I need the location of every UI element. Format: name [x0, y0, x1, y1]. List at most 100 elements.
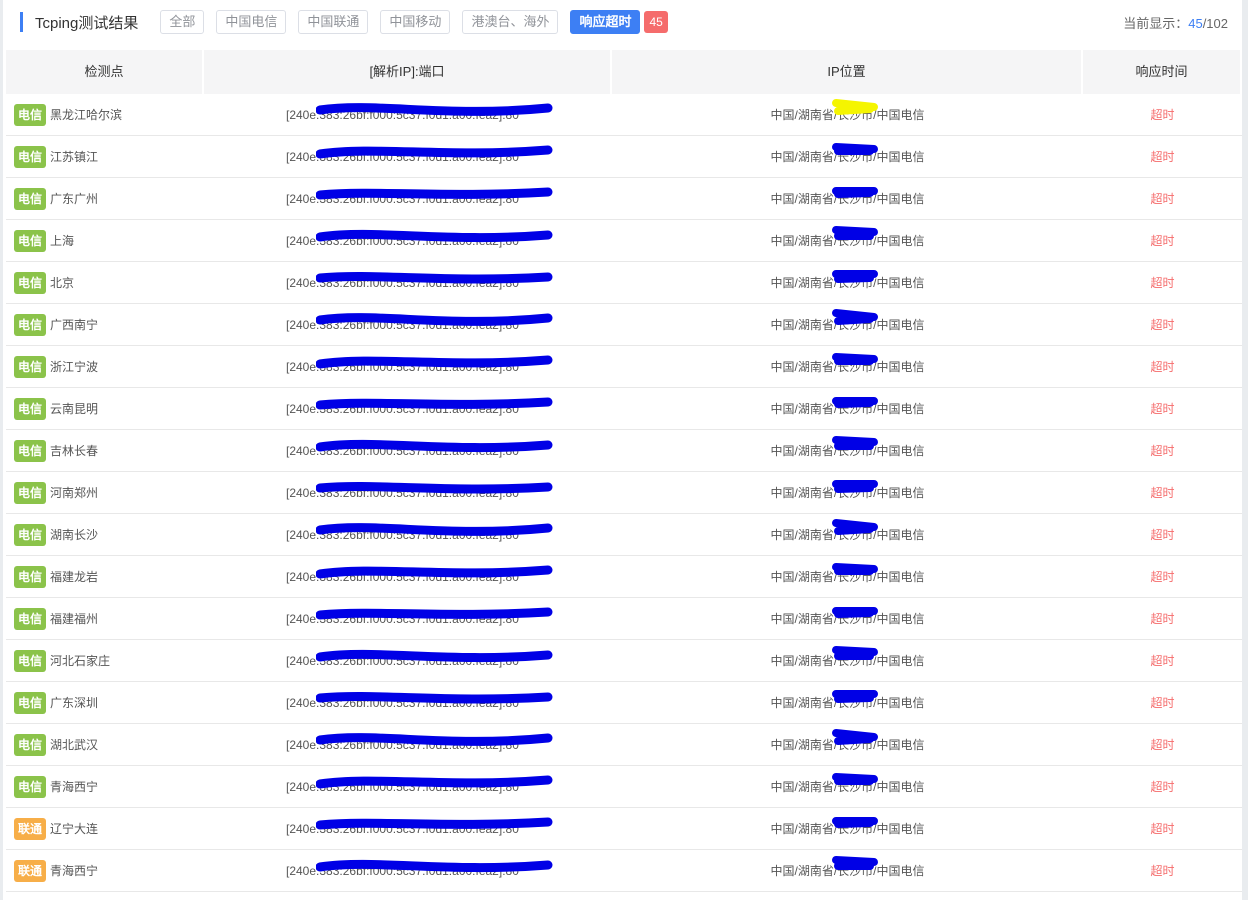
column-header-ip-location[interactable]: IP位置 [612, 50, 1083, 94]
node-cell: 电信 浙江宁波 [6, 355, 204, 378]
node-cell: 电信 湖北武汉 [6, 733, 204, 756]
node-cell: 电信 广西南宁 [6, 313, 204, 336]
table-row: 电信 湖北武汉 [240e:383:26bf:f000:5c37:f0d1:a00:… [6, 724, 1242, 766]
column-header-node[interactable]: 检测点 [6, 50, 204, 94]
response-time-cell: 超时 [1150, 360, 1175, 374]
ip-location-cell: 中国/湖南省/长沙市/中国电信 [612, 480, 1083, 501]
ip-location-text: 中国/湖南省/长沙市/中国电信 [770, 486, 925, 500]
ip-location-cell: 中国/湖南省/长沙市/中国电信 [612, 270, 1083, 291]
ip-port-text: [240e:383:26bf:f000:5c37:f0d1:a00:fea2]:… [286, 527, 519, 542]
ip-location-cell: 中国/湖南省/长沙市/中国电信 [612, 99, 1083, 123]
node-location: 福建福州 [50, 612, 99, 626]
filter-telecom-button[interactable]: 中国电信 [216, 10, 287, 34]
ip-port-text: [240e:383:26bf:f000:5c37:f0d1:a00:fea2]:… [286, 233, 519, 248]
node-cell: 电信 河北石家庄 [6, 649, 204, 672]
ip-port-cell: [240e:383:26bf:f000:5c37:f0d1:a00:fea2]:… [204, 691, 612, 710]
node-location: 湖南长沙 [50, 528, 99, 542]
ip-location-cell: 中国/湖南省/长沙市/中国电信 [612, 607, 1083, 627]
table-row: 电信 福建福州 [240e:383:26bf:f000:5c37:f0d1:a00:… [6, 598, 1242, 640]
response-time-cell: 超时 [1150, 654, 1175, 668]
ip-location-text: 中国/湖南省/长沙市/中国电信 [770, 108, 925, 122]
node-location: 辽宁大连 [50, 822, 99, 836]
ip-port-text: [240e:383:26bf:f000:5c37:f0d1:a00:fea2]:… [286, 191, 519, 206]
isp-tag: 电信 [14, 313, 47, 336]
ip-port-text: [240e:383:26bf:f000:5c37:f0d1:a00:fea2]:… [286, 317, 519, 332]
ip-location-cell: 中国/湖南省/长沙市/中国电信 [612, 729, 1083, 753]
node-location: 河北石家庄 [50, 654, 111, 668]
column-header-response-time[interactable]: 响应时间 [1083, 50, 1242, 94]
ip-location-cell: 中国/湖南省/长沙市/中国电信 [612, 226, 1083, 249]
ip-port-cell: [240e:383:26bf:f000:5c37:f0d1:a00:fea2]:… [204, 102, 612, 122]
ip-port-text: [240e:383:26bf:f000:5c37:f0d1:a00:fea2]:… [286, 275, 519, 290]
table-row: 电信 云南昆明 [240e:383:26bf:f000:5c37:f0d1:a00:… [6, 388, 1242, 430]
ip-location-cell: 中国/湖南省/长沙市/中国电信 [612, 856, 1083, 879]
ip-port-cell: [240e:383:26bf:f000:5c37:f0d1:a00:fea2]:… [204, 481, 612, 500]
ip-port-cell: [240e:383:26bf:f000:5c37:f0d1:a00:fea2]:… [204, 649, 612, 668]
ip-port-text: [240e:383:26bf:f000:5c37:f0d1:a00:fea2]:… [286, 779, 519, 794]
ip-port-text: [240e:383:26bf:f000:5c37:f0d1:a00:fea2]:… [286, 737, 519, 752]
isp-tag: 电信 [14, 271, 47, 294]
node-cell: 电信 广东深圳 [6, 691, 204, 714]
results-header: Tcping测试结果 全部 中国电信 中国联通 中国移动 港澳台、海外 响应超时… [6, 0, 1242, 44]
left-frame-border [0, 0, 3, 900]
ip-port-cell: [240e:383:26bf:f000:5c37:f0d1:a00:fea2]:… [204, 355, 612, 374]
node-cell: 电信 河南郑州 [6, 481, 204, 504]
ip-location-cell: 中国/湖南省/长沙市/中国电信 [612, 436, 1083, 459]
isp-tag: 电信 [14, 103, 47, 126]
ip-port-cell: [240e:383:26bf:f000:5c37:f0d1:a00:fea2]:… [204, 607, 612, 626]
node-cell: 电信 青海西宁 [6, 775, 204, 798]
node-cell: 电信 广东广州 [6, 187, 204, 210]
ip-port-cell: [240e:383:26bf:f000:5c37:f0d1:a00:fea2]:… [204, 229, 612, 248]
isp-tag: 电信 [14, 355, 47, 378]
filter-all-button[interactable]: 全部 [160, 10, 205, 34]
response-time-cell: 超时 [1150, 612, 1175, 626]
filter-timeout-button[interactable]: 响应超时 [570, 10, 641, 34]
response-time-cell: 超时 [1150, 738, 1175, 752]
ip-port-cell: [240e:383:26bf:f000:5c37:f0d1:a00:fea2]:… [204, 312, 612, 332]
table-row: 联通 辽宁大连 [240e:383:26bf:f000:5c37:f0d1:a00:… [6, 808, 1242, 850]
ip-location-text: 中国/湖南省/长沙市/中国电信 [770, 192, 925, 206]
table-row: 电信 河南郑州 [240e:383:26bf:f000:5c37:f0d1:a00:… [6, 472, 1242, 514]
filter-mobile-button[interactable]: 中国移动 [380, 10, 451, 34]
table-row: 电信 广东广州 [240e:383:26bf:f000:5c37:f0d1:a00:… [6, 178, 1242, 220]
display-count-total: /102 [1202, 15, 1228, 31]
isp-tag: 联通 [14, 817, 47, 840]
ip-location-cell: 中国/湖南省/长沙市/中国电信 [612, 309, 1083, 333]
title-accent-bar [20, 12, 23, 32]
node-location: 广东广州 [50, 192, 99, 206]
ip-location-text: 中国/湖南省/长沙市/中国电信 [770, 150, 925, 164]
node-location: 青海西宁 [50, 864, 99, 878]
node-location: 北京 [50, 276, 75, 290]
right-frame-border [1242, 0, 1248, 900]
ip-location-text: 中国/湖南省/长沙市/中国电信 [770, 864, 925, 878]
ip-location-cell: 中国/湖南省/长沙市/中国电信 [612, 563, 1083, 585]
ip-location-cell: 中国/湖南省/长沙市/中国电信 [612, 690, 1083, 711]
ip-port-text: [240e:383:26bf:f000:5c37:f0d1:a00:fea2]:… [286, 611, 519, 626]
node-cell: 电信 吉林长春 [6, 439, 204, 462]
ip-port-cell: [240e:383:26bf:f000:5c37:f0d1:a00:fea2]:… [204, 145, 612, 164]
node-cell: 电信 福建龙岩 [6, 565, 204, 588]
display-count: 当前显示：45/102 [1123, 13, 1228, 32]
ip-location-cell: 中国/湖南省/长沙市/中国电信 [612, 397, 1083, 417]
column-header-ip-port[interactable]: [解析IP]:端口 [204, 50, 612, 94]
ip-port-cell: [240e:383:26bf:f000:5c37:f0d1:a00:fea2]:… [204, 565, 612, 584]
filter-overseas-button[interactable]: 港澳台、海外 [462, 10, 559, 34]
ip-location-text: 中国/湖南省/长沙市/中国电信 [770, 822, 925, 836]
table-header: 检测点 [解析IP]:端口 IP位置 响应时间 [6, 50, 1242, 94]
ip-port-text: [240e:383:26bf:f000:5c37:f0d1:a00:fea2]:… [286, 821, 519, 836]
ip-port-cell: [240e:383:26bf:f000:5c37:f0d1:a00:fea2]:… [204, 271, 612, 290]
ip-location-text: 中国/湖南省/长沙市/中国电信 [770, 738, 925, 752]
ip-location-text: 中国/湖南省/长沙市/中国电信 [770, 444, 925, 458]
table-row: 电信 青海西宁 [240e:383:26bf:f000:5c37:f0d1:a00:… [6, 766, 1242, 808]
isp-tag: 电信 [14, 481, 47, 504]
node-location: 黑龙江哈尔滨 [50, 108, 123, 122]
table-row: 电信 广东深圳 [240e:383:26bf:f000:5c37:f0d1:a00:… [6, 682, 1242, 724]
node-location: 广东深圳 [50, 696, 99, 710]
filter-unicom-button[interactable]: 中国联通 [298, 10, 369, 34]
ip-port-text: [240e:383:26bf:f000:5c37:f0d1:a00:fea2]:… [286, 695, 519, 710]
ip-location-text: 中国/湖南省/长沙市/中国电信 [770, 528, 925, 542]
node-location: 河南郑州 [50, 486, 99, 500]
node-cell: 电信 江苏镇江 [6, 145, 204, 168]
ip-port-text: [240e:383:26bf:f000:5c37:f0d1:a00:fea2]:… [286, 653, 519, 668]
page-title: Tcping测试结果 [35, 14, 139, 32]
